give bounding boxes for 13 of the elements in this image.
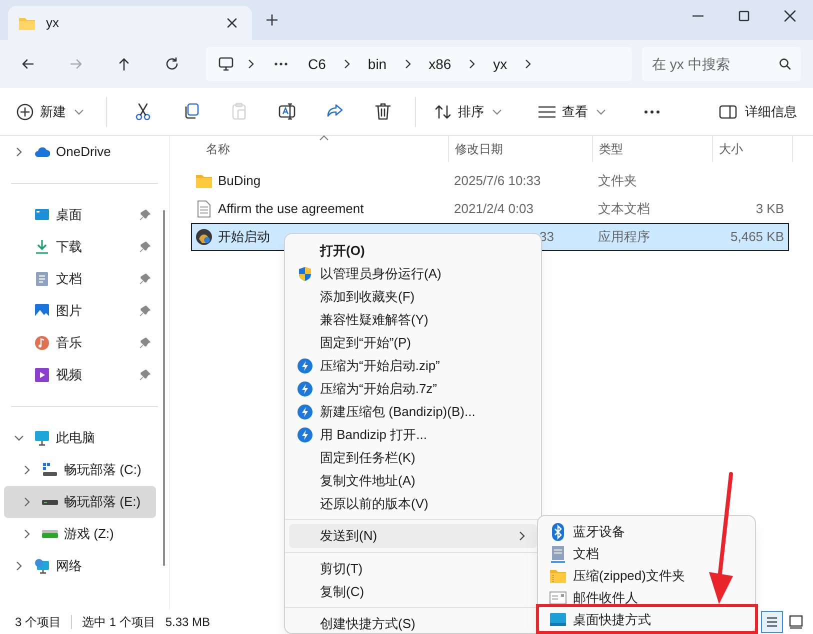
item-count: 3 个项目	[15, 614, 62, 631]
selection-count: 选中 1 个项目	[82, 614, 156, 631]
file-name: BuDing	[218, 172, 261, 190]
file-size: 3 KB	[756, 200, 784, 218]
date-modified: 2021/2/4 0:03	[454, 200, 534, 218]
file-type: 文本文档	[598, 201, 650, 216]
file-size: 5,465 KB	[730, 228, 784, 246]
date-modified: 2025/7/6 10:33	[454, 172, 541, 190]
file-type: 文件夹	[598, 173, 637, 188]
file-name: 开始启动	[218, 228, 270, 246]
file-name: Affirm the use agreement	[218, 200, 364, 218]
selection-size: 5.33 MB	[165, 614, 210, 631]
file-type: 应用程序	[598, 229, 650, 244]
